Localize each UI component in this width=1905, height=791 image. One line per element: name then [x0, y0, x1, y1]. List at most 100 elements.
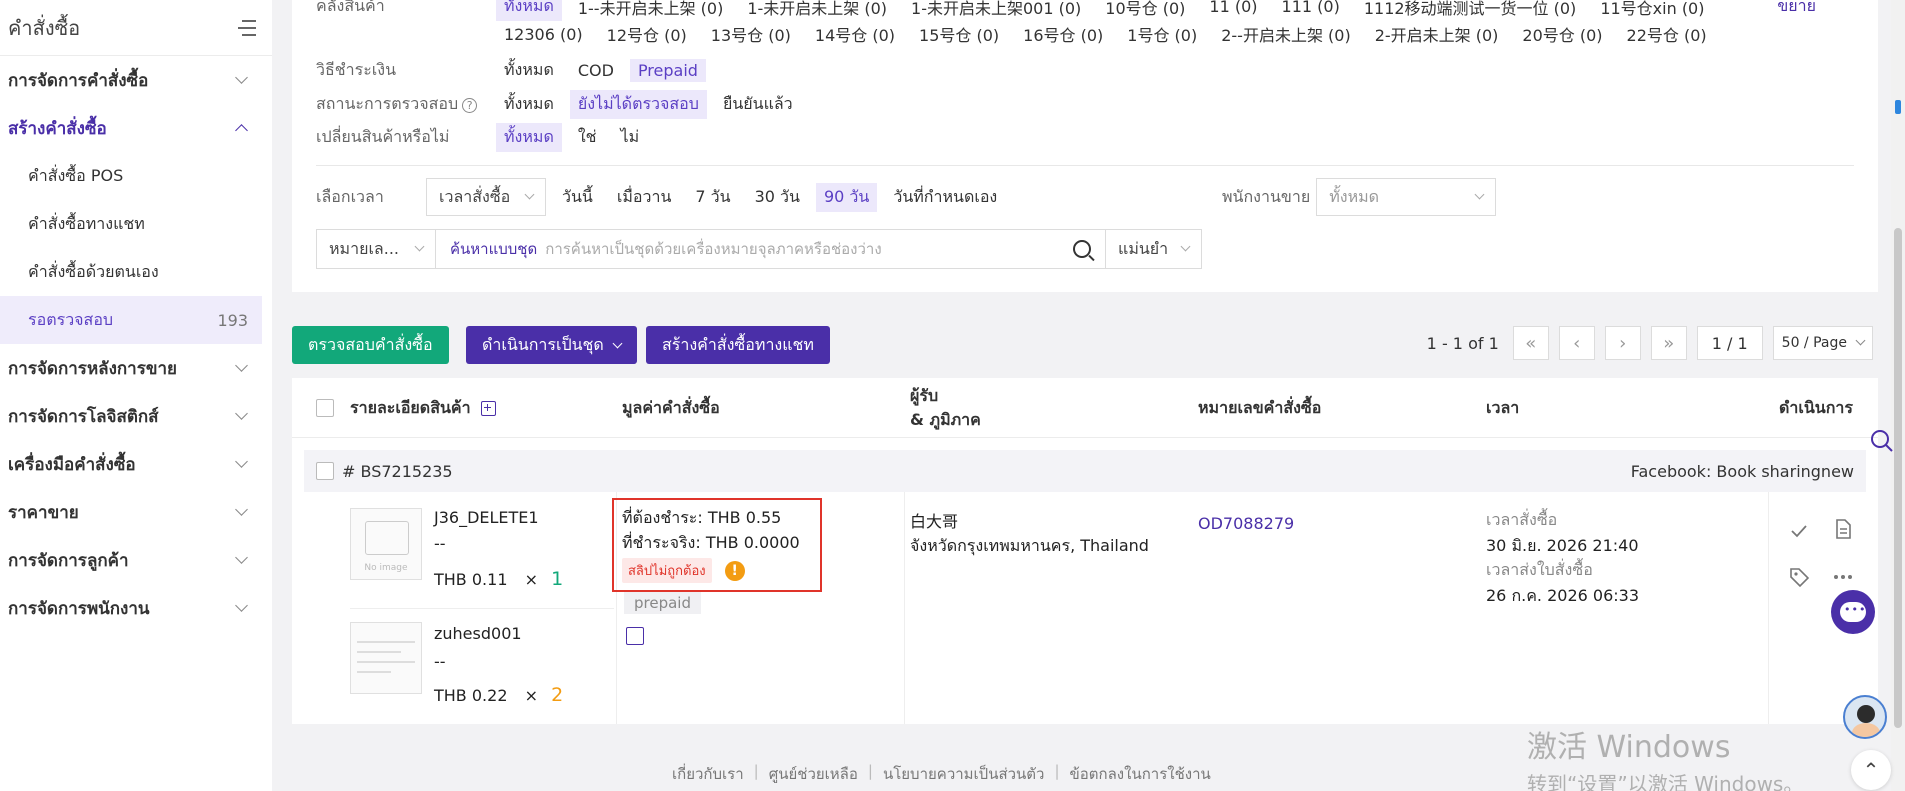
payment-filter-row: วิธีชำระเงิน ทั้งหมด COD Prepaid: [316, 56, 714, 85]
warehouse-option[interactable]: 15号仓 (0): [911, 20, 1007, 48]
order-checkbox[interactable]: [316, 462, 334, 480]
more-options-icon[interactable]: [1832, 566, 1854, 588]
sidebar-section-order-management[interactable]: การจัดการคำสั่งซื้อ: [0, 56, 272, 104]
sidebar-item-manual-orders[interactable]: คำสั่งซื้อด้วยตนเอง: [0, 248, 272, 296]
exchange-option-all[interactable]: ทั้งหมด: [496, 123, 562, 152]
footer-link-about[interactable]: เกี่ยวกับเรา: [672, 762, 744, 786]
verify-option-confirmed[interactable]: ยืนยันแล้ว: [715, 90, 801, 119]
warehouse-option[interactable]: 22号仓 (0): [1619, 20, 1715, 48]
chevron-down-icon: [235, 71, 248, 84]
search-icon[interactable]: [1073, 240, 1091, 258]
warehouse-option[interactable]: 12306 (0): [496, 23, 591, 46]
warehouse-option[interactable]: 10号仓 (0): [1097, 0, 1193, 21]
payment-option-prepaid[interactable]: Prepaid: [629, 59, 706, 82]
chat-support-button[interactable]: [1831, 590, 1875, 634]
time-option-90-days[interactable]: 90 วัน: [815, 182, 878, 212]
warehouse-option[interactable]: 111 (0): [1274, 0, 1348, 18]
seller-select[interactable]: ทั้งหมด: [1316, 178, 1497, 216]
sidebar-section-staff[interactable]: การจัดการพนักงาน: [0, 584, 272, 632]
check-icon[interactable]: [1788, 520, 1810, 542]
batch-action-button[interactable]: ดำเนินการเป็นชุด: [466, 326, 637, 364]
filter-panel: คลังสินค้า ทั้งหมด 1--未开启未上架 (0) 1-未开启未上…: [292, 0, 1878, 292]
floating-search-icon[interactable]: [1869, 428, 1895, 454]
warehouse-option[interactable]: 2--开启未上架 (0): [1213, 20, 1358, 48]
warehouse-option[interactable]: ทั้งหมด: [496, 0, 562, 21]
expand-all-icon[interactable]: [480, 400, 496, 416]
footer-link-help[interactable]: ศูนย์ช่วยเหลือ: [769, 762, 858, 786]
first-page-icon[interactable]: «: [1512, 326, 1549, 360]
help-icon[interactable]: ?: [462, 98, 478, 113]
warehouse-option[interactable]: 1-未开启未上架001 (0): [903, 0, 1089, 21]
next-page-icon[interactable]: ›: [1604, 326, 1641, 360]
warehouse-option[interactable]: 12号仓 (0): [599, 20, 695, 48]
recipient-region: จังหวัดกรุงเทพมหานคร, Thailand: [910, 536, 1149, 555]
warehouse-option[interactable]: 11 (0): [1201, 0, 1265, 18]
batch-search-link[interactable]: ค้นหาแบบชุด: [450, 237, 537, 261]
verify-order-button[interactable]: ตรวจสอบคำสั่งซื้อ: [292, 326, 449, 364]
product-price-line: THB 0.22 × 2: [434, 684, 564, 706]
sidebar-header: คำสั่งซื้อ: [0, 0, 272, 56]
prev-page-icon[interactable]: ‹: [1558, 326, 1595, 360]
last-page-icon[interactable]: »: [1650, 326, 1687, 360]
time-option-today[interactable]: วันนี้: [554, 183, 601, 212]
sidebar-item-pending-review[interactable]: รอตรวจสอบ 193: [0, 296, 262, 344]
time-option-7-days[interactable]: 7 วัน: [687, 183, 738, 212]
payment-option-cod[interactable]: COD: [570, 59, 622, 82]
time-option-30-days[interactable]: 30 วัน: [747, 183, 808, 212]
footer-link-privacy[interactable]: นโยบายความเป็นส่วนตัว: [883, 762, 1045, 786]
product-quantity: 1: [551, 568, 564, 590]
page-scrollbar[interactable]: [1891, 0, 1905, 791]
assistant-avatar[interactable]: [1843, 695, 1887, 739]
sidebar-section-after-sales[interactable]: การจัดการหลังการขาย: [0, 344, 272, 392]
order-time-label: เวลาสั่งซื้อ: [1486, 510, 1558, 529]
verify-option-all[interactable]: ทั้งหมด: [496, 90, 562, 119]
chevron-down-icon: [1180, 241, 1191, 252]
scrollbar-thumb[interactable]: [1894, 228, 1902, 728]
footer-link-terms[interactable]: ข้อตกลงในการใช้งาน: [1070, 762, 1211, 786]
payment-slip-icon[interactable]: [626, 627, 644, 645]
page-size-select[interactable]: 50 / Page: [1772, 326, 1873, 360]
warehouse-option[interactable]: 1112移动端测试一货一位 (0): [1356, 0, 1584, 21]
time-option-custom[interactable]: วันที่กำหนดเอง: [885, 183, 1005, 212]
tag-icon[interactable]: [1788, 566, 1810, 588]
create-chat-order-button[interactable]: สร้างคำสั่งซื้อทางแชท: [646, 326, 830, 364]
warehouse-option[interactable]: 1-未开启未上架 (0): [739, 0, 895, 21]
match-mode-select[interactable]: แม่นยำ: [1106, 229, 1202, 269]
collapse-menu-icon[interactable]: [234, 18, 256, 38]
chevron-down-icon: [235, 551, 248, 564]
back-to-top-icon[interactable]: ⌃: [1851, 750, 1891, 790]
warehouse-option[interactable]: 14号仓 (0): [807, 20, 903, 48]
verify-option-unverified[interactable]: ยังไม่ได้ตรวจสอบ: [569, 90, 707, 119]
payment-option-all[interactable]: ทั้งหมด: [496, 56, 562, 85]
warehouse-option[interactable]: 1--未开启未上架 (0): [570, 0, 731, 21]
warning-icon[interactable]: !: [724, 560, 745, 581]
search-field-select[interactable]: หมายเล...: [316, 229, 436, 269]
warehouse-option[interactable]: 2-开启未上架 (0): [1367, 20, 1507, 48]
product-image: [350, 622, 422, 694]
windows-activation-watermark: 激活 Windows 转到“设置”以激活 Windows。: [1527, 730, 1804, 791]
warehouse-option[interactable]: 11号仓xin (0): [1592, 0, 1712, 21]
exchange-option-no[interactable]: ไม่: [613, 123, 648, 152]
warehouse-option[interactable]: 13号仓 (0): [703, 20, 799, 48]
sidebar-section-customers[interactable]: การจัดการลูกค้า: [0, 536, 272, 584]
document-icon[interactable]: [1832, 518, 1854, 540]
warehouse-option[interactable]: 1号仓 (0): [1119, 20, 1205, 48]
order-number-link[interactable]: OD7088279: [1198, 514, 1294, 533]
warehouse-option[interactable]: 16号仓 (0): [1015, 20, 1111, 48]
sidebar-item-pos-orders[interactable]: คำสั่งซื้อ POS: [0, 152, 272, 200]
pagination-range: 1 - 1 of 1: [1426, 333, 1499, 353]
select-all-checkbox[interactable]: [316, 399, 334, 417]
page-indicator[interactable]: 1 / 1: [1696, 326, 1763, 360]
warehouse-option[interactable]: 20号仓 (0): [1514, 20, 1610, 48]
search-input[interactable]: ค้นหาแบบชุด การค้นหาเป็นชุดด้วยเครื่องหม…: [436, 229, 1106, 269]
product-price-line: THB 0.11 × 1: [434, 568, 564, 590]
sidebar-item-chat-orders[interactable]: คำสั่งซื้อทางแชท: [0, 200, 272, 248]
expand-link[interactable]: ขยาย: [1777, 0, 1816, 19]
sidebar-section-logistics[interactable]: การจัดการโลจิสติกส์: [0, 392, 272, 440]
sidebar-section-order-tools[interactable]: เครื่องมือคำสั่งซื้อ: [0, 440, 272, 488]
time-option-yesterday[interactable]: เมื่อวาน: [609, 183, 680, 212]
time-type-select[interactable]: เวลาสั่งซื้อ: [426, 178, 546, 216]
sidebar-section-create-order[interactable]: สร้างคำสั่งซื้อ: [0, 104, 272, 152]
sidebar-section-pricing[interactable]: ราคาขาย: [0, 488, 272, 536]
exchange-option-yes[interactable]: ใช่: [570, 123, 605, 152]
